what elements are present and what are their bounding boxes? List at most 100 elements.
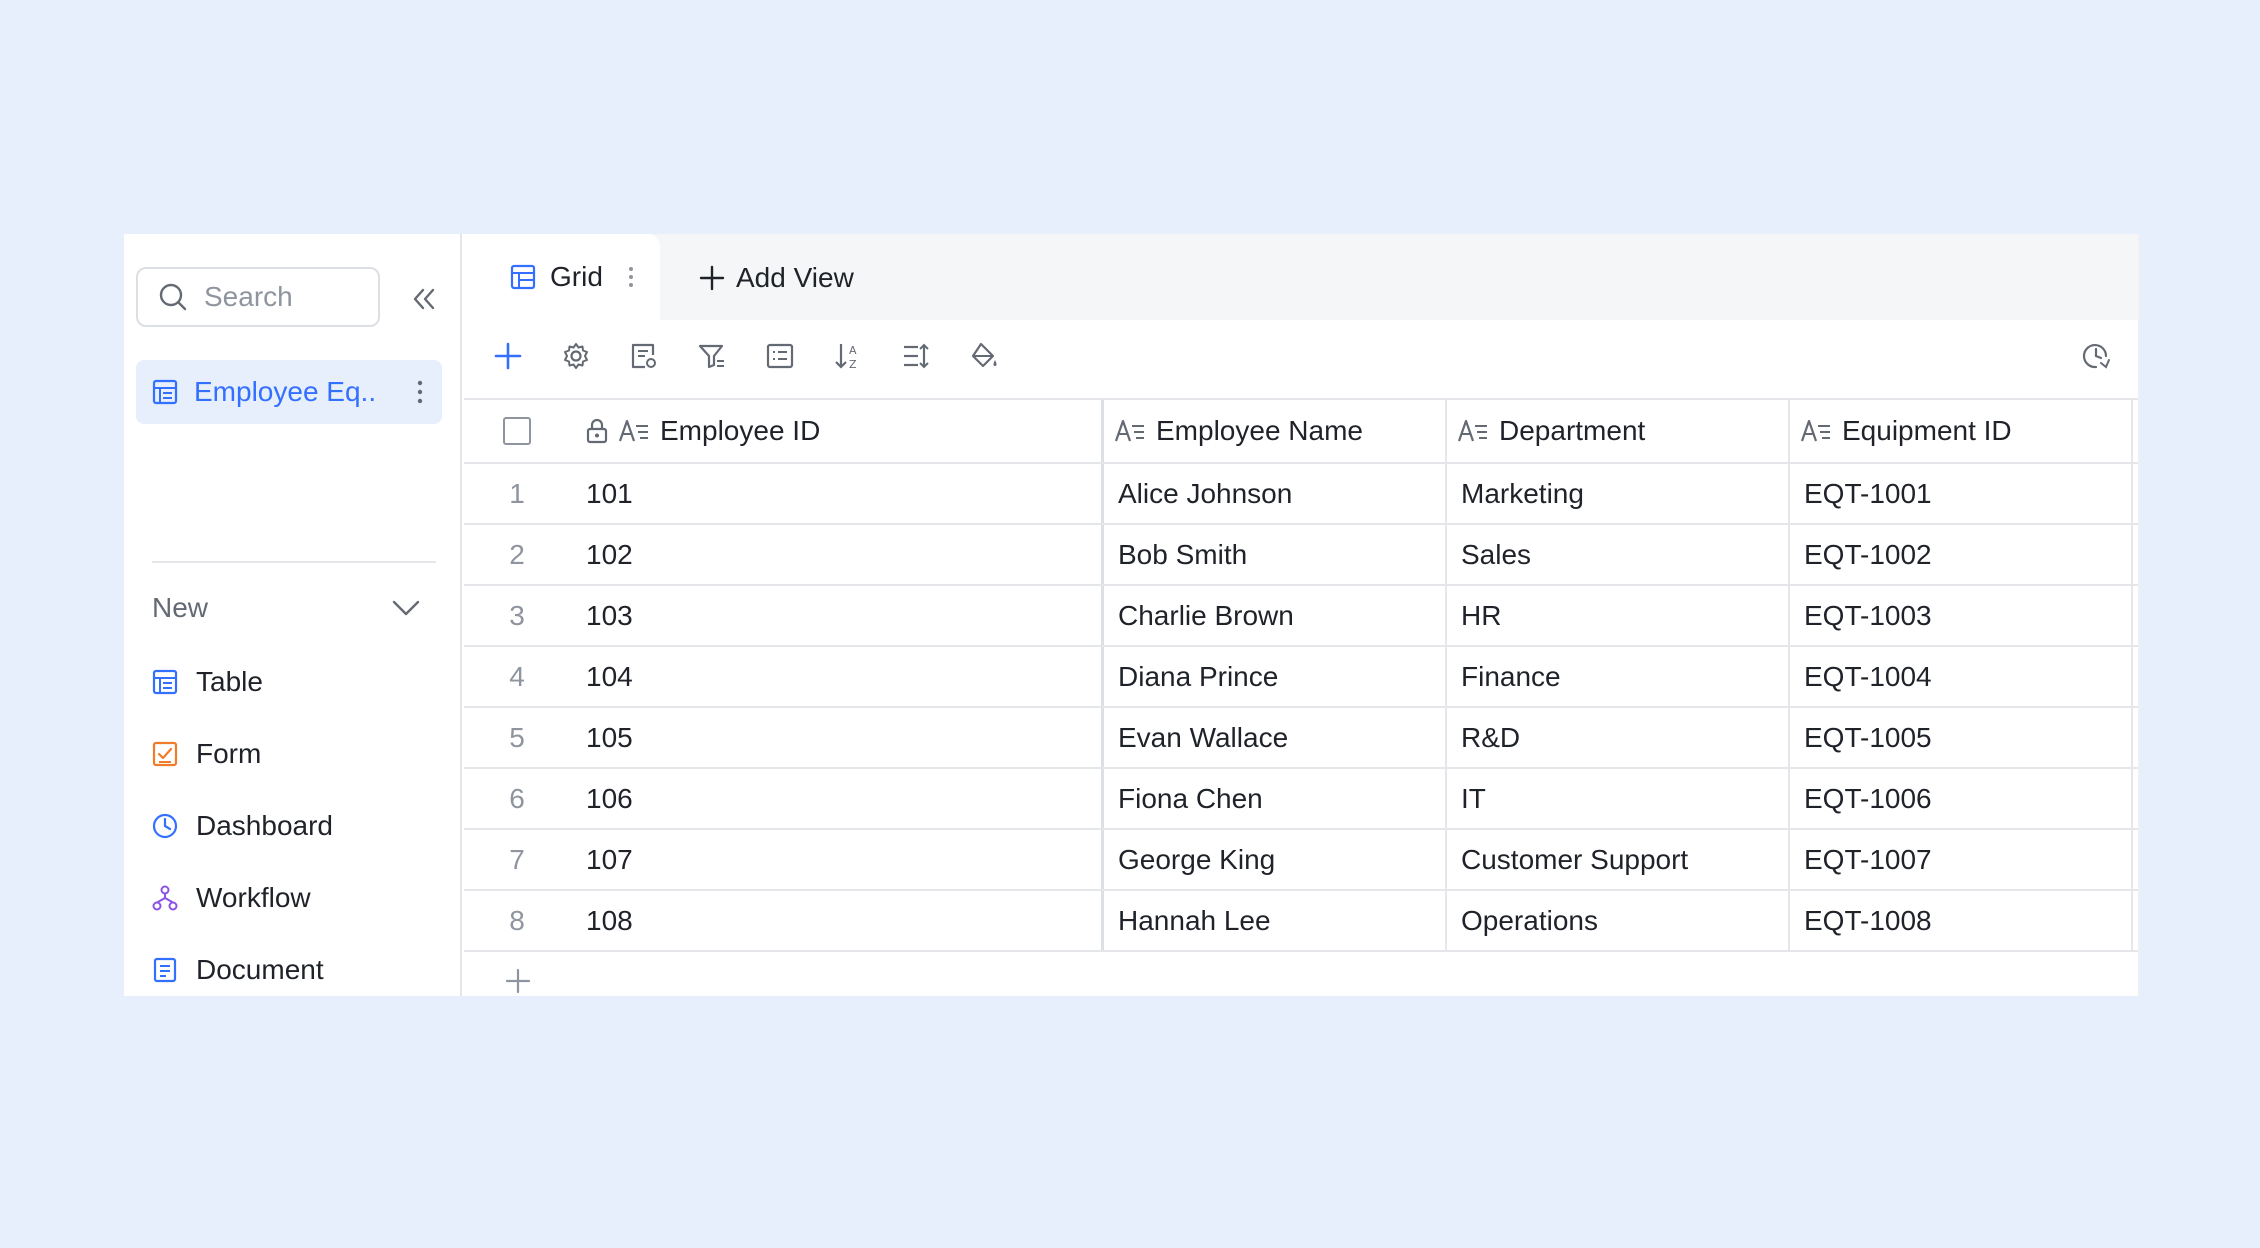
row-number: 2 [509,538,525,570]
cell-department[interactable]: HR [1447,586,1790,645]
chevron-down-icon [392,599,420,617]
cell-equipment-id[interactable]: EQT-1008 [1790,891,2133,950]
search-box[interactable]: Search [136,267,380,327]
new-section-toggle[interactable]: New [152,586,436,630]
field-config-button[interactable] [624,336,664,376]
cell-equipment-id[interactable]: EQT-1006 [1790,769,2133,828]
data-grid: Employee ID Employee Name Department Equ… [464,398,2140,996]
cell-equipment-id[interactable]: EQT-1005 [1790,708,2133,767]
svg-text:Z: Z [849,358,857,371]
create-table-item[interactable]: Table [152,658,263,706]
add-view-button[interactable]: Add View [698,256,854,300]
cell-department[interactable]: Marketing [1447,464,1790,523]
cell-employee-name[interactable]: George King [1104,830,1447,889]
create-form-item[interactable]: Form [152,730,261,778]
cell-department[interactable]: Customer Support [1447,830,1790,889]
cell-employee-id[interactable]: 108 [570,891,1104,950]
create-document-item[interactable]: Document [152,946,324,994]
add-view-label: Add View [736,262,854,293]
cell-employee-name[interactable]: Bob Smith [1104,525,1447,584]
table-row[interactable]: 1 101 Alice Johnson Marketing EQT-1001 [464,464,2140,525]
column-header-employee-id[interactable]: Employee ID [570,400,1104,462]
sidebar-item-employee-equipment[interactable]: Employee Eq... [136,360,442,424]
row-number: 4 [509,660,525,692]
grid-view-icon [510,264,536,290]
cell-equipment-id[interactable]: EQT-1004 [1790,647,2133,706]
text-field-icon [1114,418,1146,444]
cell-department[interactable]: Sales [1447,525,1790,584]
row-height-icon [901,341,931,371]
create-workflow-item[interactable]: Workflow [152,874,311,922]
cell-employee-id[interactable]: 102 [570,525,1104,584]
column-header-employee-name[interactable]: Employee Name [1104,400,1447,462]
cell-department[interactable]: R&D [1447,708,1790,767]
cell-employee-name[interactable]: Hannah Lee [1104,891,1447,950]
sort-button[interactable]: AZ [828,336,868,376]
collapse-sidebar-button[interactable] [404,279,444,319]
add-record-button[interactable] [488,336,528,376]
settings-button[interactable] [556,336,596,376]
cell-department[interactable]: IT [1447,769,1790,828]
column-header-label: Equipment ID [1842,415,2012,446]
cell-equipment-id[interactable]: EQT-1001 [1790,464,2133,523]
text-field-icon [618,418,650,444]
column-header-equipment-id[interactable]: Equipment ID [1790,400,2133,462]
history-button[interactable] [2076,336,2116,376]
cell-department[interactable]: Finance [1447,647,1790,706]
dashboard-icon [152,813,178,839]
cell-employee-id[interactable]: 105 [570,708,1104,767]
cell-equipment-id[interactable]: EQT-1007 [1790,830,2133,889]
field-config-icon [629,341,659,371]
cell-employee-id[interactable]: 104 [570,647,1104,706]
cell-equipment-id[interactable]: EQT-1003 [1790,586,2133,645]
create-item-label: Workflow [196,882,311,913]
column-header-department[interactable]: Department [1447,400,1790,462]
row-number: 7 [509,843,525,875]
lock-icon [586,418,608,444]
filter-button[interactable] [692,336,732,376]
table-row[interactable]: 3 103 Charlie Brown HR EQT-1003 [464,586,2140,647]
group-icon [765,341,795,371]
window-edge [2138,234,2140,996]
cell-equipment-id[interactable]: EQT-1002 [1790,525,2133,584]
select-all-checkbox[interactable] [503,417,531,445]
column-header-label: Employee ID [660,415,821,446]
cell-employee-id[interactable]: 107 [570,830,1104,889]
table-row[interactable]: 8 108 Hannah Lee Operations EQT-1008 [464,891,2140,952]
create-dashboard-item[interactable]: Dashboard [152,802,333,850]
table-row[interactable]: 4 104 Diana Prince Finance EQT-1004 [464,647,2140,708]
create-item-label: Table [196,666,263,697]
grid-toolbar: AZ [464,320,2140,392]
table-row[interactable]: 5 105 Evan Wallace R&D EQT-1005 [464,708,2140,769]
more-vertical-icon[interactable] [627,264,635,290]
cell-employee-id[interactable]: 103 [570,586,1104,645]
row-height-button[interactable] [896,336,936,376]
double-chevron-left-icon [410,285,438,313]
select-all-cell[interactable] [464,400,570,462]
plus-icon [493,341,523,371]
history-icon [2081,341,2111,371]
row-number: 1 [509,477,525,509]
cell-employee-name[interactable]: Diana Prince [1104,647,1447,706]
fill-color-button[interactable] [964,336,1004,376]
cell-employee-name[interactable]: Fiona Chen [1104,769,1447,828]
search-placeholder[interactable]: Search [204,281,293,313]
more-vertical-icon[interactable] [416,378,424,406]
cell-employee-name[interactable]: Charlie Brown [1104,586,1447,645]
add-row-button[interactable] [464,952,2140,996]
group-button[interactable] [760,336,800,376]
row-number: 8 [509,904,525,936]
workflow-icon [152,885,178,911]
table-row[interactable]: 6 106 Fiona Chen IT EQT-1006 [464,769,2140,830]
text-field-icon [1457,418,1489,444]
cell-employee-id[interactable]: 106 [570,769,1104,828]
tab-grid[interactable]: Grid [464,234,660,320]
cell-employee-name[interactable]: Alice Johnson [1104,464,1447,523]
table-row[interactable]: 7 107 George King Customer Support EQT-1… [464,830,2140,891]
cell-department[interactable]: Operations [1447,891,1790,950]
cell-employee-name[interactable]: Evan Wallace [1104,708,1447,767]
sidebar-divider [152,561,436,563]
search-icon [158,282,188,312]
table-row[interactable]: 2 102 Bob Smith Sales EQT-1002 [464,525,2140,586]
cell-employee-id[interactable]: 101 [570,464,1104,523]
